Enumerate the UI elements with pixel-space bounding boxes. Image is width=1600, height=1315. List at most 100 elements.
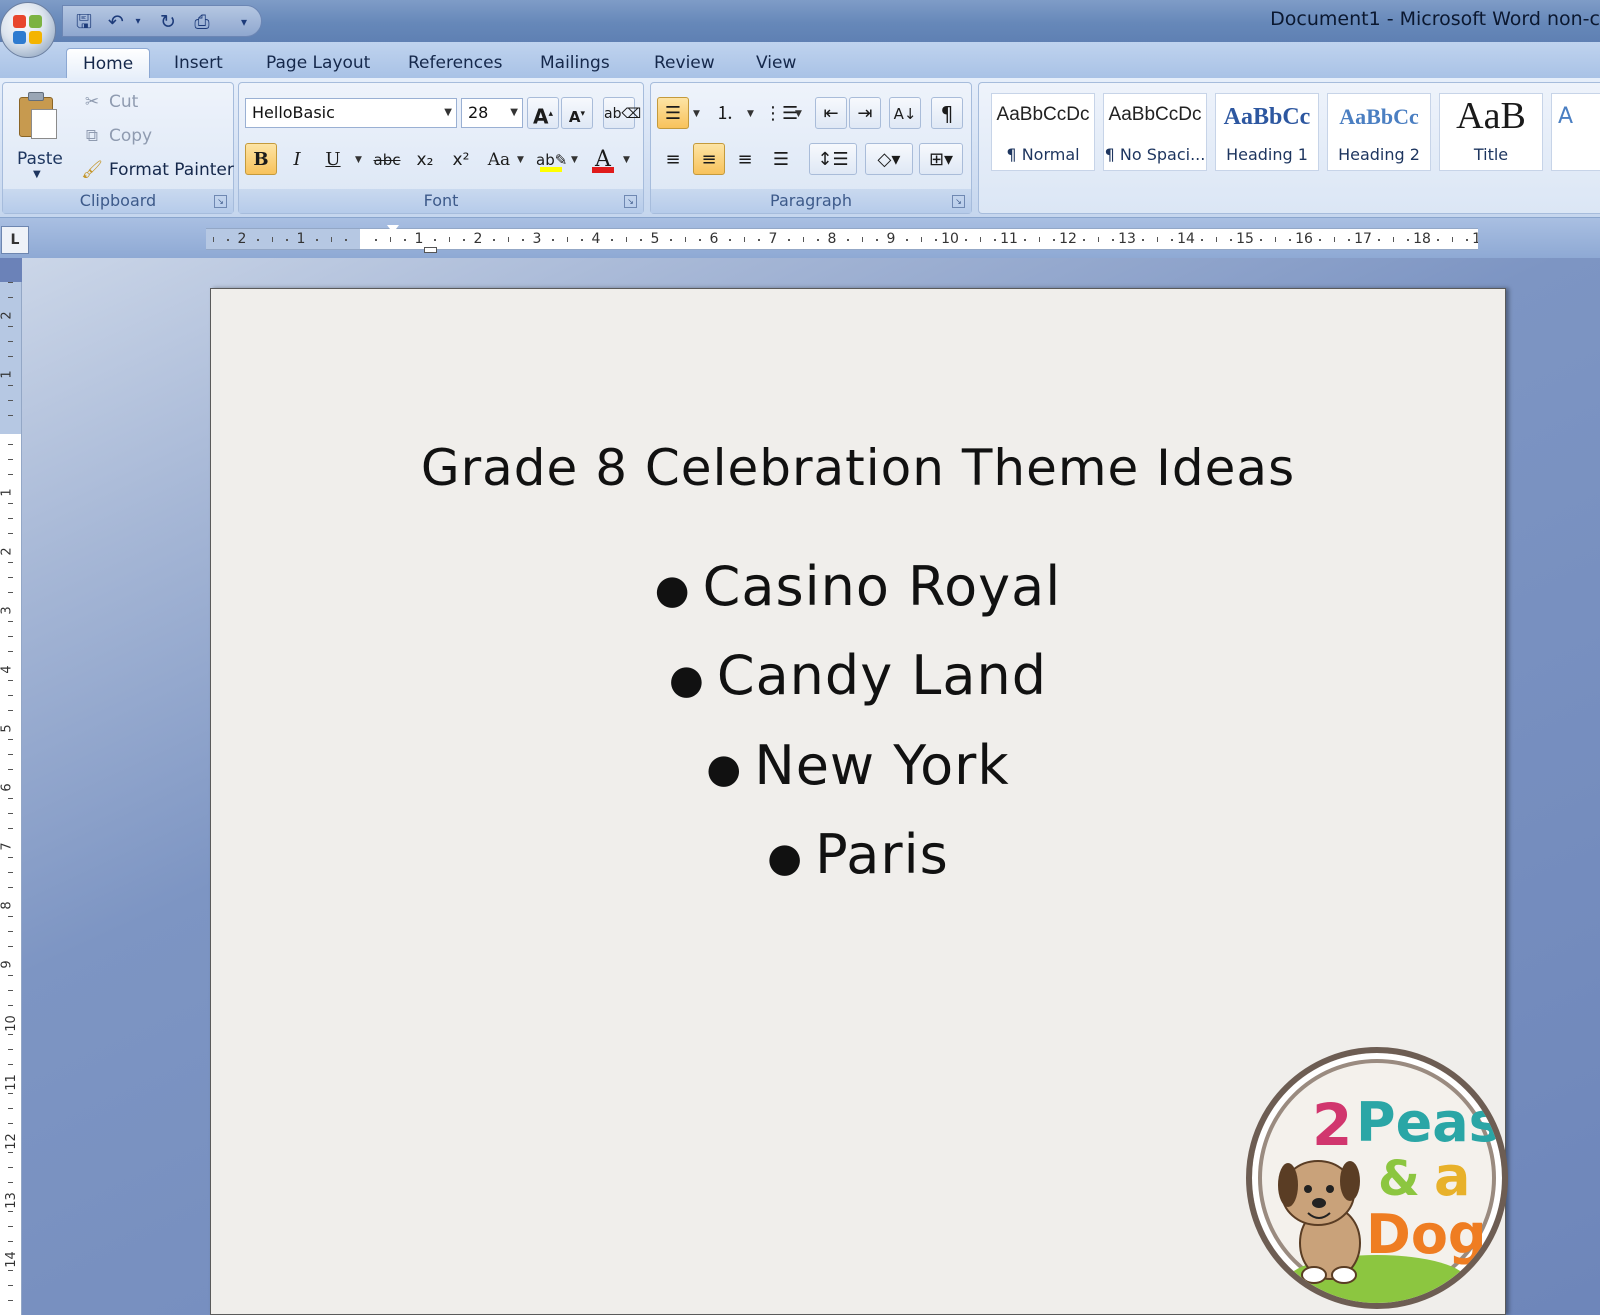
redo-icon[interactable]: ↻ xyxy=(155,9,181,35)
font-name-combo[interactable]: HelloBasic ▼ xyxy=(245,98,457,128)
save-icon[interactable]: 🖫 xyxy=(71,9,97,35)
style-normal[interactable]: AaBbCcDc ¶ Normal xyxy=(991,93,1095,171)
tab-page-layout[interactable]: Page Layout xyxy=(250,48,386,78)
borders-button[interactable]: ⊞▾ xyxy=(919,143,963,175)
ribbon-tabs: Home Insert Page Layout References Maili… xyxy=(0,42,1600,78)
ruler-dot xyxy=(345,239,348,241)
font-size-dropdown-icon[interactable]: ▼ xyxy=(510,99,518,127)
highlight-button[interactable]: ab✎ xyxy=(535,143,567,175)
numbering-button[interactable]: ⒈ xyxy=(709,97,741,129)
italic-button[interactable]: I xyxy=(281,143,313,175)
shading-button[interactable]: ◇▾ xyxy=(865,143,913,175)
ruler-tick xyxy=(8,931,13,932)
style-no-spacing-sample: AaBbCcDc xyxy=(1108,104,1202,125)
ruler-dot xyxy=(817,239,820,241)
copy-button[interactable]: ⧉ Copy xyxy=(81,121,152,151)
change-case-dropdown-icon[interactable]: ▼ xyxy=(517,155,524,165)
multilevel-list-button[interactable]: ⋮☰ xyxy=(763,97,798,129)
style-heading-1[interactable]: AaBbCc Heading 1 xyxy=(1215,93,1319,171)
left-indent-marker[interactable] xyxy=(424,247,437,253)
font-color-button[interactable]: A xyxy=(587,143,619,175)
font-name-dropdown-icon[interactable]: ▼ xyxy=(444,99,452,127)
tab-home[interactable]: Home xyxy=(66,48,151,78)
bullets-button[interactable]: ☰ xyxy=(657,97,689,129)
sort-icon[interactable]: A↓ xyxy=(889,97,921,129)
vertical-ruler[interactable]: 2 1 1 2 3 4 5 6 7 8 9 10 11 12 13 14 xyxy=(0,282,22,1315)
first-line-indent-marker[interactable] xyxy=(387,225,399,233)
list-item[interactable]: ● Casino Royal xyxy=(211,544,1505,633)
right-indent-marker[interactable] xyxy=(1318,236,1330,247)
bold-button[interactable]: B xyxy=(245,143,277,175)
hanging-indent-marker[interactable] xyxy=(424,238,436,247)
align-left-icon[interactable]: ≡ xyxy=(657,143,689,175)
shrink-font-button[interactable]: A▾ xyxy=(561,97,593,129)
strikethrough-button[interactable]: abc xyxy=(371,143,403,175)
numbering-dropdown-icon[interactable]: ▼ xyxy=(747,109,754,119)
document-title[interactable]: Grade 8 Celebration Theme Ideas xyxy=(211,439,1505,497)
tab-view[interactable]: View xyxy=(740,48,812,78)
ruler-tick xyxy=(8,591,13,593)
line-spacing-button[interactable]: ↕☰ xyxy=(809,143,857,175)
multilevel-dropdown-icon[interactable]: ▼ xyxy=(795,109,802,119)
ruler-number: 19 xyxy=(1472,231,1478,247)
font-size-value: 28 xyxy=(468,103,489,122)
office-button[interactable] xyxy=(0,2,56,58)
ruler-dot xyxy=(935,239,938,241)
align-center-icon[interactable]: ≡ xyxy=(693,143,725,175)
highlight-dropdown-icon[interactable]: ▼ xyxy=(571,155,578,165)
ruler-tick xyxy=(8,562,13,564)
clipboard-launcher-icon[interactable]: ↘ xyxy=(214,195,227,208)
copy-label: Copy xyxy=(109,126,153,146)
style-no-spacing[interactable]: AaBbCcDc ¶ No Spaci... xyxy=(1103,93,1207,171)
ruler-number: 10 xyxy=(941,231,959,247)
paragraph-group: ☰ ▼ ⒈ ▼ ⋮☰ ▼ ⇤ ⇥ A↓ ¶ ≡ ≡ ≡ ☰ ↕☰ ◇▾ ⊞▾ P… xyxy=(650,82,972,214)
subscript-button[interactable]: x₂ xyxy=(409,143,441,175)
ruler-number: 7 xyxy=(0,842,15,851)
style-subtitle-partial[interactable]: A xyxy=(1551,93,1600,171)
format-painter-button[interactable]: 🖌 Format Painter xyxy=(81,155,234,185)
tab-selector[interactable]: L xyxy=(1,226,29,254)
ruler-tick xyxy=(8,1152,13,1154)
ruler-tick xyxy=(920,237,922,242)
clear-formatting-icon[interactable]: ab⌫ xyxy=(603,97,641,129)
ruler-tick xyxy=(8,768,13,770)
ruler-number: 8 xyxy=(0,901,15,910)
ruler-tick xyxy=(8,1034,13,1036)
list-item[interactable]: ● Candy Land xyxy=(211,633,1505,722)
style-heading-2[interactable]: AaBbCc Heading 2 xyxy=(1327,93,1431,171)
ruler-tick xyxy=(8,414,13,416)
list-item[interactable]: ● Paris xyxy=(211,812,1505,901)
undo-dropdown-icon[interactable]: ▾ xyxy=(125,9,151,35)
superscript-button[interactable]: x² xyxy=(445,143,477,175)
ruler-number: 14 xyxy=(3,1251,19,1268)
paragraph-launcher-icon[interactable]: ↘ xyxy=(952,195,965,208)
show-hide-button[interactable]: ¶ xyxy=(931,97,963,129)
style-heading-2-sample: AaBbCc xyxy=(1339,104,1419,129)
style-title[interactable]: AaB Title xyxy=(1439,93,1543,171)
tab-mailings[interactable]: Mailings xyxy=(524,48,626,78)
cut-button[interactable]: ✂ Cut xyxy=(81,87,138,117)
underline-dropdown-icon[interactable]: ▼ xyxy=(355,155,362,165)
tab-references[interactable]: References xyxy=(392,48,518,78)
justify-icon[interactable]: ☰ xyxy=(765,143,797,175)
change-case-button[interactable]: Aa xyxy=(483,143,515,175)
font-color-dropdown-icon[interactable]: ▼ xyxy=(623,155,630,165)
align-right-icon[interactable]: ≡ xyxy=(729,143,761,175)
ruler-tick xyxy=(271,237,273,242)
font-size-combo[interactable]: 28 ▼ xyxy=(461,98,523,128)
print-icon[interactable]: ⎙ xyxy=(189,9,215,35)
ruler-tick xyxy=(8,1167,13,1168)
increase-indent-icon[interactable]: ⇥ xyxy=(849,97,881,129)
bullets-icon: ☰ xyxy=(664,103,682,124)
font-launcher-icon[interactable]: ↘ xyxy=(624,195,637,208)
underline-button[interactable]: U xyxy=(317,143,349,175)
ruler-tick xyxy=(8,739,13,741)
list-item[interactable]: ● New York xyxy=(211,723,1505,812)
customize-qat-icon[interactable]: ▾ xyxy=(231,9,257,35)
ruler-tick xyxy=(8,680,13,682)
tab-review[interactable]: Review xyxy=(638,48,731,78)
grow-font-button[interactable]: A▴ xyxy=(527,97,559,129)
tab-insert[interactable]: Insert xyxy=(158,48,239,78)
decrease-indent-icon[interactable]: ⇤ xyxy=(815,97,847,129)
bullets-dropdown-icon[interactable]: ▼ xyxy=(693,109,700,119)
